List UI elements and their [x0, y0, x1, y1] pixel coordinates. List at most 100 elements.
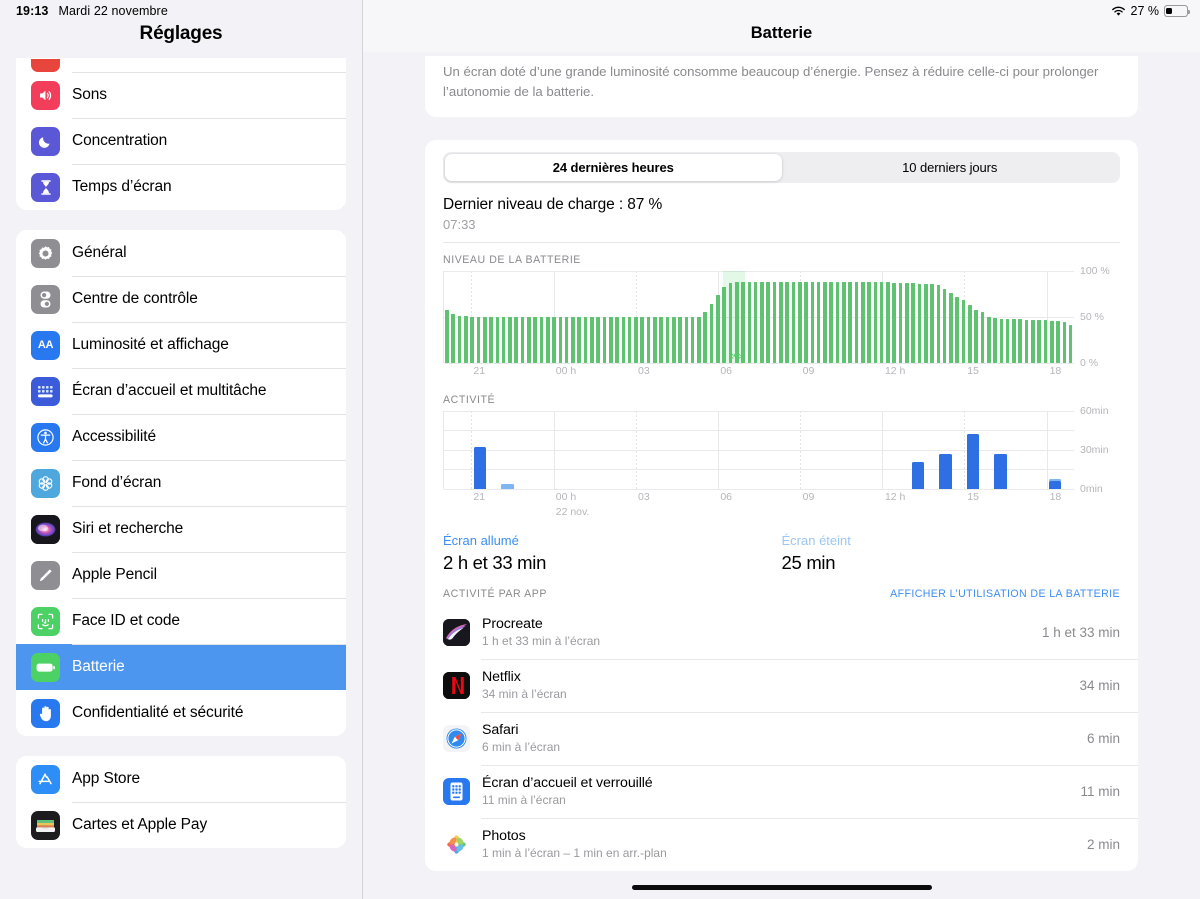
list-item[interactable]: Écran d’accueil et verrouillé 11 min à l… [425, 764, 1138, 818]
battery-level-bar [564, 316, 569, 363]
battery-level-bar [766, 281, 771, 363]
sidebar-item-label: Fond d’écran [72, 474, 162, 491]
battery-level-bar [716, 294, 720, 363]
battery-level-bar [886, 281, 890, 363]
sidebar-item-centre-de-controle[interactable]: Centre de contrôle [16, 276, 346, 322]
gridline [444, 469, 1074, 471]
x-tick-label: 12 h [884, 490, 906, 503]
sidebar-item-cartes-et-apple-pay[interactable]: Cartes et Apple Pay [16, 802, 346, 848]
battery-level-bar [955, 296, 960, 363]
app-text: Procreate 1 h et 33 min à l’écran [482, 616, 1042, 648]
sidebar-item-luminosite-et-affichage[interactable]: AA Luminosité et affichage [16, 322, 346, 368]
battery-level-bar [968, 304, 972, 363]
hourglass-icon [31, 172, 60, 202]
sidebar-item-batterie[interactable]: Batterie [16, 644, 346, 690]
battery-level-bar [520, 316, 525, 363]
battery-level-bar [917, 283, 922, 363]
brightness-tip-text: Un écran doté d’une grande luminosité co… [443, 64, 1099, 100]
battery-level-bar [678, 316, 682, 363]
battery-level-bar [451, 314, 456, 363]
sidebar-item-accessibilite[interactable]: Accessibilité [16, 414, 346, 460]
sidebar-scroll[interactable]: Sons Concentration Temps d’écran Général… [0, 58, 362, 899]
battery-level-bar [873, 281, 878, 363]
sidebar-item-label: Accessibilité [72, 428, 156, 445]
sidebar-item-ecran-daccueil-et-multitache[interactable]: Écran d’accueil et multitâche [16, 368, 346, 414]
battery-level-bar [999, 318, 1004, 363]
sidebar-item-sons[interactable]: Sons [16, 72, 346, 118]
page-title: Réglages [139, 23, 223, 44]
sidebar-item-general[interactable]: Général [16, 230, 346, 276]
detail-title: Batterie [363, 0, 1200, 52]
sidebar-item-label: Confidentialité et sécurité [72, 704, 244, 721]
stat-screen-off: Écran éteint 25 min [782, 533, 1121, 574]
battery-level-x-axis: 21 00 h 03 06 09 12 h 15 18 [443, 363, 1074, 380]
battery-level-bar [634, 316, 638, 363]
detail-scroll[interactable]: Un écran doté d’une grande luminosité co… [363, 56, 1200, 899]
sidebar-item-clipped[interactable] [16, 58, 346, 72]
battery-level-bar [1068, 325, 1073, 363]
x-tick-label: 03 [638, 364, 650, 377]
activity-x-axis: 21 00 h 22 nov. 03 06 09 12 h 15 18 [443, 489, 1074, 521]
battery-level-bar [646, 316, 651, 363]
battery-level-bar [835, 281, 840, 363]
stat-label: Écran éteint [781, 532, 851, 548]
battery-level-bar [596, 316, 600, 363]
battery-level-bar [772, 281, 777, 363]
sidebar-item-siri-et-recherche[interactable]: Siri et recherche [16, 506, 346, 552]
sidebar-item-confidentialite-et-securite[interactable]: Confidentialité et sécurité [16, 690, 346, 736]
sidebar-item-fond-decran[interactable]: Fond d’écran [16, 460, 346, 506]
battery-level-bar [961, 300, 966, 363]
battery-level-bar [980, 312, 985, 363]
battery-level-bar [785, 281, 789, 363]
x-axis-date-label: 22 nov. [555, 505, 590, 518]
battery-level-bar [1018, 318, 1023, 363]
sidebar-item-face-id-et-code[interactable]: Face ID et code [16, 598, 346, 644]
app-subtitle: 11 min à l’écran [482, 793, 566, 808]
battery-level-bar [1031, 319, 1035, 363]
last-charge-block: Dernier niveau de charge : 87 % 07:33 [425, 183, 1138, 232]
appstore-icon [31, 764, 60, 794]
app-name: Photos [482, 828, 526, 845]
sidebar-item-apple-pencil[interactable]: Apple Pencil [16, 552, 346, 598]
x-tick-label: 09 [802, 490, 815, 503]
app-name: Safari [482, 722, 519, 739]
sidebar-group-1: Sons Concentration Temps d’écran [16, 58, 346, 210]
sidebar-item-concentration[interactable]: Concentration [16, 118, 346, 164]
tab-10-days[interactable]: 10 derniers jours [782, 154, 1119, 181]
battery-level-bar [457, 316, 462, 363]
battery-level-bar [464, 316, 468, 363]
list-item[interactable]: Photos 1 min à l’écran – 1 min en arr.-p… [425, 817, 1138, 871]
x-tick-label: 03 [638, 490, 650, 503]
battery-level-bar [552, 316, 556, 363]
activity-bar-screen-on [1048, 481, 1062, 489]
battery-level-bar [842, 281, 846, 363]
tab-24-hours[interactable]: 24 dernières heures [445, 153, 782, 181]
sidebar-item-temps-decran[interactable]: Temps d’écran [16, 164, 346, 210]
battery-level-bar [445, 310, 449, 363]
battery-level-bar [558, 316, 563, 363]
app-time: 1 h et 33 min [1041, 624, 1120, 640]
x-tick-label: 06 [720, 490, 733, 503]
sidebar-item-app-store[interactable]: App Store [16, 756, 346, 802]
battery-level-bar [829, 281, 834, 363]
gridline [444, 430, 1074, 432]
battery-level-bar [949, 293, 953, 363]
list-item[interactable]: Procreate 1 h et 33 min à l’écran 1 h et… [425, 606, 1138, 659]
battery-level-bar [703, 312, 708, 363]
battery-level-bar [577, 316, 582, 363]
time-range-segmented-control[interactable]: 24 dernières heures 10 derniers jours [443, 151, 1120, 183]
battery-level-chart: NIVEAU DE LA BATTERIE 100 % 50 % 0 % 21 00 … [425, 243, 1138, 380]
settings-sidebar: Réglages Sons Concentration Temps d’écra… [0, 0, 363, 899]
activity-bar-screen-on [966, 434, 980, 489]
list-item[interactable]: Safari 6 min à l’écran 6 min [425, 711, 1138, 765]
battery-level-bar [533, 316, 537, 363]
last-charge-time: 07:33 [443, 216, 476, 232]
activity-chart: ACTIVITÉ 60min 30min 0min 21 00 h 22 nov. 03 0… [425, 380, 1138, 521]
list-item[interactable]: Netflix 34 min à l’écran 34 min [425, 658, 1138, 712]
home-grid-icon [31, 376, 60, 406]
gridline-vertical [1046, 410, 1048, 489]
screen-time-stats: Écran allumé 2 h et 33 min Écran éteint … [425, 521, 1138, 574]
battery-level-bar [804, 281, 808, 363]
show-battery-usage-link[interactable]: AFFICHER L’UTILISATION DE LA BATTERIE [890, 588, 1120, 600]
photos-icon [443, 830, 470, 858]
